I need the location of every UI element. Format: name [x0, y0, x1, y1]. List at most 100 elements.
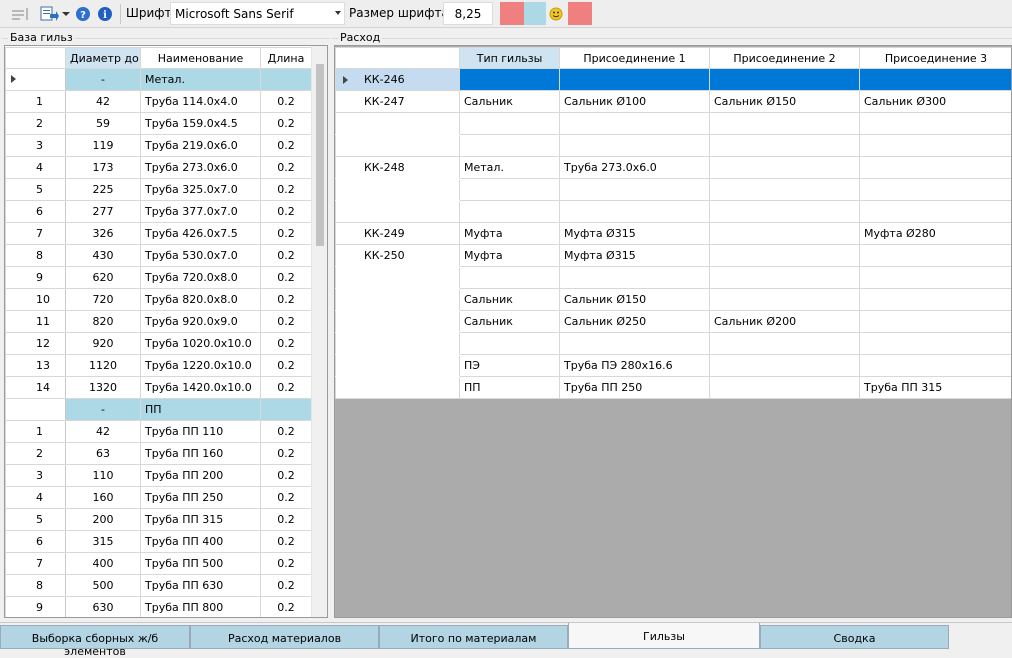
connection-2-cell[interactable]: [710, 377, 860, 399]
sleeve-type-cell[interactable]: Муфта: [460, 223, 560, 245]
connection-2-cell[interactable]: [710, 113, 860, 135]
connection-1-cell[interactable]: [560, 201, 710, 223]
name-cell[interactable]: Труба 1420.0x10.0: [141, 377, 261, 399]
connection-1-cell[interactable]: Муфта Ø315: [560, 223, 710, 245]
connection-1-cell[interactable]: Сальник Ø250: [560, 311, 710, 333]
tab-precast-selection[interactable]: Выборка сборных ж/б элементов: [0, 625, 190, 649]
name-cell[interactable]: Труба ПП 400: [141, 531, 261, 553]
connection-3-cell[interactable]: [860, 311, 1012, 333]
row-header[interactable]: 2: [6, 443, 66, 465]
table-row[interactable]: 11820Труба 920.0x9.00.2: [6, 311, 312, 333]
row-header[interactable]: 7: [6, 223, 66, 245]
connection-3-cell[interactable]: [860, 289, 1012, 311]
length-cell[interactable]: 0.2: [261, 487, 312, 509]
row-header[interactable]: [336, 179, 460, 201]
connection-2-cell[interactable]: [710, 289, 860, 311]
table-row[interactable]: 9620Труба 720.0x8.00.2: [6, 267, 312, 289]
row-header[interactable]: [336, 135, 460, 157]
row-header[interactable]: 6: [6, 531, 66, 553]
connection-1-cell[interactable]: Труба ПЭ 280x16.6: [560, 355, 710, 377]
row-header[interactable]: 8: [6, 245, 66, 267]
connection-1-cell[interactable]: Труба 273.0x6.0: [560, 157, 710, 179]
connection-3-cell[interactable]: Сальник Ø300: [860, 91, 1012, 113]
length-cell[interactable]: [261, 399, 312, 421]
sleeve-type-cell[interactable]: Сальник: [460, 91, 560, 113]
name-cell[interactable]: Труба 426.0x7.5: [141, 223, 261, 245]
table-row[interactable]: 10720Труба 820.0x8.00.2: [6, 289, 312, 311]
length-cell[interactable]: 0.2: [261, 289, 312, 311]
name-cell[interactable]: Труба ПП 800: [141, 597, 261, 619]
table-row[interactable]: 3110Труба ПП 2000.2: [6, 465, 312, 487]
connection-3-cell[interactable]: [860, 355, 1012, 377]
sleeve-type-cell[interactable]: [460, 333, 560, 355]
diameter-cell[interactable]: 63: [66, 443, 141, 465]
table-row[interactable]: 142Труба 114.0x4.00.2: [6, 91, 312, 113]
name-cell[interactable]: Труба ПП 250: [141, 487, 261, 509]
row-header[interactable]: 9: [6, 597, 66, 619]
align-icon[interactable]: [8, 5, 32, 23]
column-header-connection-2[interactable]: Присоединение 2: [710, 48, 860, 69]
diameter-cell[interactable]: 720: [66, 289, 141, 311]
length-cell[interactable]: 0.2: [261, 355, 312, 377]
font-size-input[interactable]: 8,25: [443, 2, 493, 25]
diameter-cell[interactable]: 630: [66, 597, 141, 619]
row-header[interactable]: КК-246: [336, 69, 460, 91]
row-header[interactable]: [6, 399, 66, 421]
tab-summary[interactable]: Сводка: [760, 625, 949, 649]
name-cell[interactable]: Труба ПП 630: [141, 575, 261, 597]
diameter-cell[interactable]: 173: [66, 157, 141, 179]
name-cell[interactable]: Труба ПП 500: [141, 553, 261, 575]
row-header[interactable]: [336, 355, 460, 377]
name-cell[interactable]: Метал.: [141, 69, 261, 91]
connection-2-cell[interactable]: [710, 201, 860, 223]
table-row[interactable]: 6315Труба ПП 4000.2: [6, 531, 312, 553]
name-cell[interactable]: Труба 325.0x7.0: [141, 179, 261, 201]
sleeve-type-cell[interactable]: [460, 113, 560, 135]
connection-1-cell[interactable]: Сальник Ø100: [560, 91, 710, 113]
diameter-cell[interactable]: -: [66, 399, 141, 421]
name-cell[interactable]: Труба 159.0x4.5: [141, 113, 261, 135]
connection-2-cell[interactable]: [710, 333, 860, 355]
length-cell[interactable]: 0.2: [261, 267, 312, 289]
sleeve-type-cell[interactable]: ПЭ: [460, 355, 560, 377]
connection-2-cell[interactable]: [710, 69, 860, 91]
length-cell[interactable]: 0.2: [261, 113, 312, 135]
length-cell[interactable]: 0.2: [261, 333, 312, 355]
table-row[interactable]: 7400Труба ПП 5000.2: [6, 553, 312, 575]
name-cell[interactable]: Труба ПП 200: [141, 465, 261, 487]
name-cell[interactable]: Труба 273.0x6.0: [141, 157, 261, 179]
column-header-length[interactable]: Длина: [261, 48, 312, 69]
connection-3-cell[interactable]: Труба ПП 315: [860, 377, 1012, 399]
diameter-cell[interactable]: 160: [66, 487, 141, 509]
diameter-cell[interactable]: 277: [66, 201, 141, 223]
row-header[interactable]: 14: [6, 377, 66, 399]
row-header[interactable]: [6, 69, 66, 91]
connection-3-cell[interactable]: [860, 267, 1012, 289]
row-header[interactable]: КК-250: [336, 245, 460, 267]
length-cell[interactable]: 0.2: [261, 201, 312, 223]
column-header-sleeve-type[interactable]: Тип гильзы: [460, 48, 560, 69]
length-cell[interactable]: 0.2: [261, 553, 312, 575]
name-cell[interactable]: Труба 920.0x9.0: [141, 311, 261, 333]
sleeve-type-cell[interactable]: Сальник: [460, 289, 560, 311]
connection-2-cell[interactable]: [710, 157, 860, 179]
table-row[interactable]: 4160Труба ПП 2500.2: [6, 487, 312, 509]
column-header-name[interactable]: Наименование: [141, 48, 261, 69]
group-row[interactable]: -Метал.: [6, 69, 312, 91]
row-header[interactable]: [336, 289, 460, 311]
length-cell[interactable]: 0.2: [261, 421, 312, 443]
row-header[interactable]: 7: [6, 553, 66, 575]
diameter-cell[interactable]: 225: [66, 179, 141, 201]
row-header[interactable]: [336, 113, 460, 135]
diameter-cell[interactable]: 620: [66, 267, 141, 289]
connection-2-cell[interactable]: Сальник Ø200: [710, 311, 860, 333]
table-row[interactable]: 7326Труба 426.0x7.50.2: [6, 223, 312, 245]
name-cell[interactable]: Труба 720.0x8.0: [141, 267, 261, 289]
scrollbar-thumb[interactable]: [316, 64, 324, 246]
row-header[interactable]: 11: [6, 311, 66, 333]
row-header[interactable]: 4: [6, 487, 66, 509]
length-cell[interactable]: 0.2: [261, 91, 312, 113]
table-row[interactable]: 5225Труба 325.0x7.00.2: [6, 179, 312, 201]
help-icon[interactable]: ?: [75, 6, 91, 22]
table-row[interactable]: 4173Труба 273.0x6.00.2: [6, 157, 312, 179]
